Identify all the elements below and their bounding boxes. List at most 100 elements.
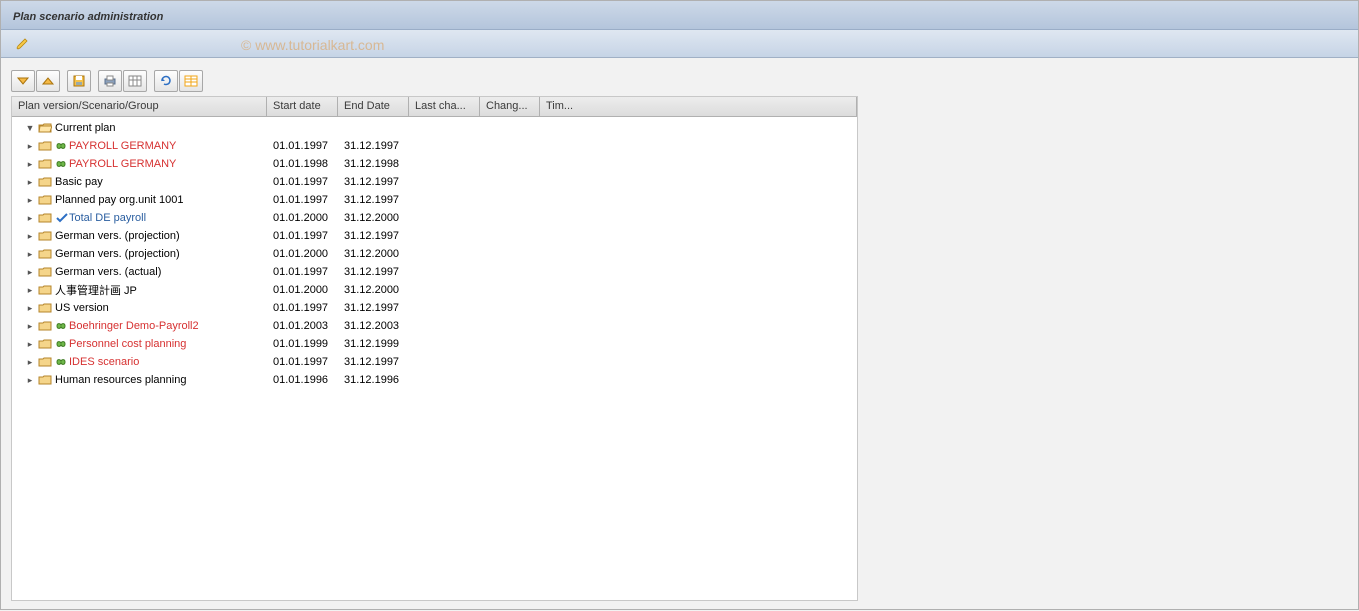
tree-root-row[interactable]: ▼ Current plan: [12, 119, 857, 137]
tree-row[interactable]: ▸ Planned pay org.unit 1001 01.01.1997 3…: [12, 191, 857, 209]
tree-row[interactable]: ▸ German vers. (projection) 01.01.2000 3…: [12, 245, 857, 263]
tree-row-label: PAYROLL GERMANY: [69, 140, 176, 152]
refresh-button[interactable]: [154, 70, 178, 92]
tree-row-end: 31.12.2000: [338, 248, 409, 260]
folder-icon: [38, 194, 52, 206]
tree-row-end: 31.12.1999: [338, 338, 409, 350]
tree-row[interactable]: ▸ Boehringer Demo-Payroll2 01.01.2003 31…: [12, 317, 857, 335]
tree-row-end: 31.12.1997: [338, 140, 409, 152]
tree-row-start: 01.01.1997: [267, 266, 338, 278]
expander-icon[interactable]: ▸: [24, 159, 36, 170]
folder-icon: [38, 140, 52, 152]
expander-icon[interactable]: ▸: [24, 141, 36, 152]
column-header-lastchange[interactable]: Last cha...: [409, 97, 480, 116]
tree-row-label: US version: [55, 302, 109, 314]
tree-row-label: PAYROLL GERMANY: [69, 158, 176, 170]
collapse-all-button[interactable]: [36, 70, 60, 92]
column-header-changed[interactable]: Chang...: [480, 97, 540, 116]
tree-row[interactable]: ▸ Personnel cost planning 01.01.1999 31.…: [12, 335, 857, 353]
edit-button[interactable]: [11, 34, 33, 54]
column-header-end[interactable]: End Date: [338, 97, 409, 116]
expander-icon[interactable]: ▸: [24, 195, 36, 206]
expander-icon[interactable]: ▸: [24, 249, 36, 260]
page-title: Plan scenario administration: [1, 1, 1358, 30]
expand-all-button[interactable]: [11, 70, 35, 92]
tree-row-start: 01.01.2000: [267, 284, 338, 296]
refresh-icon: [159, 75, 173, 87]
tree-row-end: 31.12.2000: [338, 284, 409, 296]
expander-icon[interactable]: ▸: [24, 231, 36, 242]
tree-row-label: German vers. (projection): [55, 248, 180, 260]
save-button[interactable]: [67, 70, 91, 92]
expander-icon[interactable]: ▸: [24, 321, 36, 332]
check-icon: [55, 212, 69, 224]
tree-row-end: 31.12.1997: [338, 302, 409, 314]
spreadsheet-icon: [184, 75, 198, 87]
tree-row-label: Basic pay: [55, 176, 103, 188]
link-icon: [55, 356, 69, 368]
expander-icon[interactable]: ▸: [24, 213, 36, 224]
tree-row-label: Planned pay org.unit 1001: [55, 194, 183, 206]
tree-row[interactable]: ▸ 人事管理計画 JP 01.01.2000 31.12.2000: [12, 281, 857, 299]
tree-row-end: 31.12.1997: [338, 266, 409, 278]
spreadsheet-button[interactable]: [179, 70, 203, 92]
tree-row-label: Boehringer Demo-Payroll2: [69, 320, 199, 332]
expander-icon[interactable]: ▸: [24, 285, 36, 296]
tree-row[interactable]: ▸ IDES scenario 01.01.1997 31.12.1997: [12, 353, 857, 371]
folder-icon: [38, 248, 52, 260]
tree-row[interactable]: ▸ Human resources planning 01.01.1996 31…: [12, 371, 857, 389]
column-header-time[interactable]: Tim...: [540, 97, 857, 116]
folder-icon: [38, 212, 52, 224]
tree-row-label: Total DE payroll: [69, 212, 146, 224]
tree-row[interactable]: ▸ German vers. (actual) 01.01.1997 31.12…: [12, 263, 857, 281]
folder-open-icon: [38, 122, 52, 134]
tree-row-start: 01.01.1997: [267, 356, 338, 368]
tree-row-start: 01.01.1999: [267, 338, 338, 350]
tree-row[interactable]: ▸ US version 01.01.1997 31.12.1997: [12, 299, 857, 317]
tree-row-start: 01.01.1997: [267, 140, 338, 152]
tree-row-end: 31.12.2000: [338, 212, 409, 224]
tree-row[interactable]: ▸ German vers. (projection) 01.01.1997 3…: [12, 227, 857, 245]
folder-icon: [38, 158, 52, 170]
app-toolbar: © www.tutorialkart.com: [1, 30, 1358, 58]
folder-icon: [38, 302, 52, 314]
tree-row-start: 01.01.2000: [267, 212, 338, 224]
tree-row[interactable]: ▸ PAYROLL GERMANY 01.01.1997 31.12.1997: [12, 137, 857, 155]
folder-icon: [38, 266, 52, 278]
tree-root-label: Current plan: [55, 122, 116, 134]
tree-row-start: 01.01.2000: [267, 248, 338, 260]
expander-icon[interactable]: ▸: [24, 303, 36, 314]
tree-row-start: 01.01.1996: [267, 374, 338, 386]
pencil-icon: [15, 37, 29, 51]
expander-icon[interactable]: ▸: [24, 177, 36, 188]
expander-icon[interactable]: ▸: [24, 267, 36, 278]
layout-button[interactable]: [123, 70, 147, 92]
tree-row-end: 31.12.1997: [338, 176, 409, 188]
tree-row[interactable]: ▸ Basic pay 01.01.1997 31.12.1997: [12, 173, 857, 191]
print-icon: [103, 75, 117, 87]
tree-row-start: 01.01.1997: [267, 194, 338, 206]
folder-icon: [38, 230, 52, 242]
tree-row-label: Human resources planning: [55, 374, 186, 386]
link-icon: [55, 140, 69, 152]
expander-icon[interactable]: ▸: [24, 339, 36, 350]
column-header-scenario[interactable]: Plan version/Scenario/Group: [12, 97, 267, 116]
folder-icon: [38, 374, 52, 386]
tree-row-label: 人事管理計画 JP: [55, 282, 137, 298]
tree-row-end: 31.12.1998: [338, 158, 409, 170]
expander-icon[interactable]: ▼: [24, 123, 36, 133]
tree-row-label: German vers. (projection): [55, 230, 180, 242]
folder-icon: [38, 338, 52, 350]
tree-row[interactable]: ▸ PAYROLL GERMANY 01.01.1998 31.12.1998: [12, 155, 857, 173]
tree-row[interactable]: ▸ Total DE payroll 01.01.2000 31.12.2000: [12, 209, 857, 227]
link-icon: [55, 338, 69, 350]
print-button[interactable]: [98, 70, 122, 92]
tree-row-end: 31.12.1997: [338, 356, 409, 368]
link-icon: [55, 158, 69, 170]
tree-row-start: 01.01.1997: [267, 176, 338, 188]
expander-icon[interactable]: ▸: [24, 375, 36, 386]
column-header-start[interactable]: Start date: [267, 97, 338, 116]
watermark-text: © www.tutorialkart.com: [241, 37, 384, 53]
expander-icon[interactable]: ▸: [24, 357, 36, 368]
tree-header[interactable]: Plan version/Scenario/Group Start date E…: [12, 97, 857, 117]
